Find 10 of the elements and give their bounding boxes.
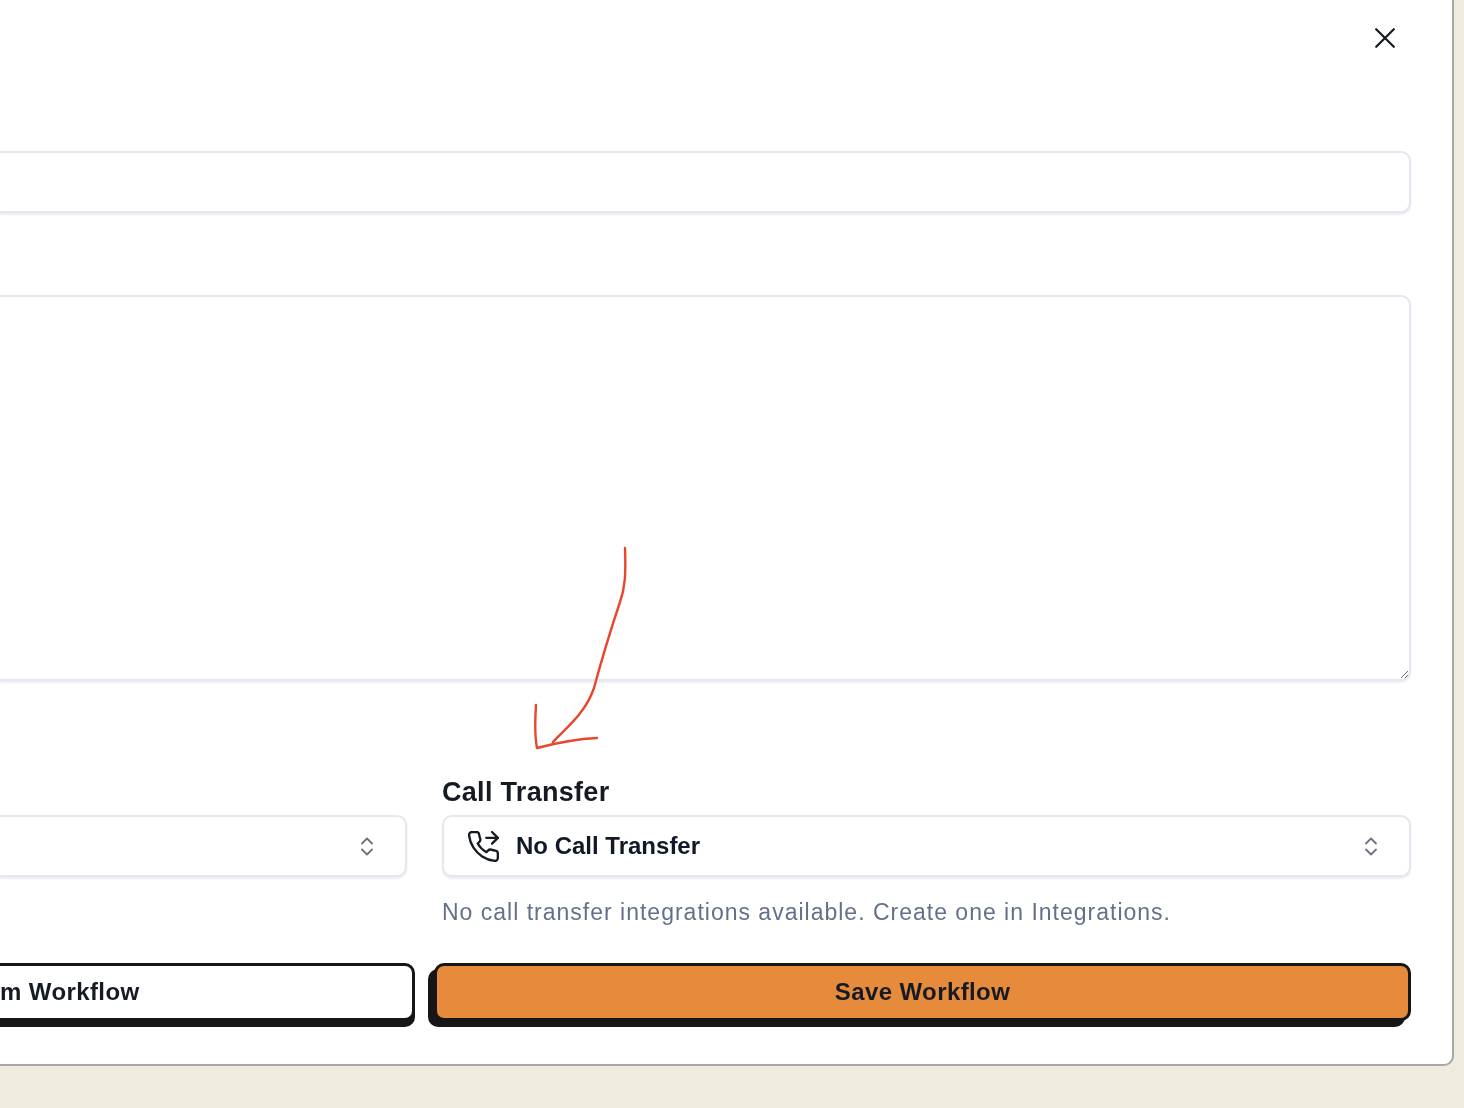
help-text: No call transfer integrations available. Create one in Integrations.: [442, 898, 1171, 926]
textarea-field[interactable]: [0, 295, 1411, 681]
select-field[interactable]: [0, 815, 407, 877]
text-input-field[interactable]: [0, 151, 1411, 213]
call-transfer-select[interactable]: No Call Transfer: [442, 815, 1411, 877]
close-icon: [1375, 28, 1395, 48]
field-label: Call Transfer: [442, 776, 610, 808]
chevron-up-down-icon: [1365, 836, 1377, 856]
phone-arrow-icon: [468, 830, 499, 862]
chevron-up-down-icon: [361, 836, 373, 856]
